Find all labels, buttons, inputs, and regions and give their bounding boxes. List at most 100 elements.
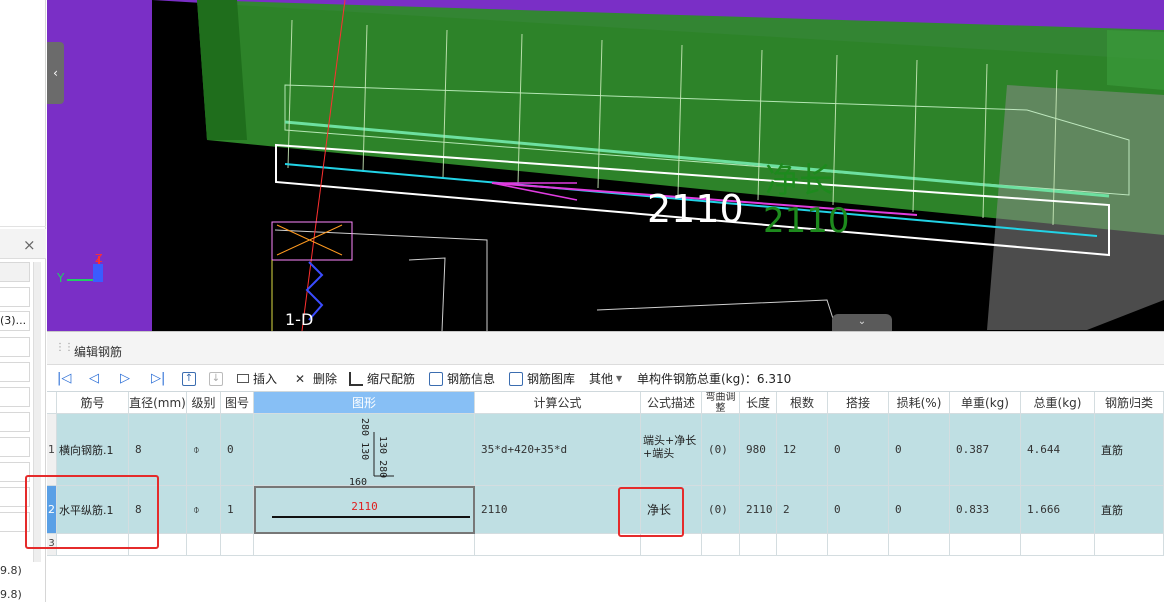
column-header[interactable]: 级别 [187,392,221,414]
list-item[interactable] [0,287,30,307]
move-up-button[interactable]: ↑ [182,370,200,387]
axis-z-label: Z [95,252,103,265]
unit-weight-cell[interactable] [950,534,1021,556]
list-item[interactable] [0,387,30,407]
first-row-button[interactable]: |◁ [57,370,71,387]
column-header[interactable]: 弯曲调整 [702,392,740,414]
lap-cell[interactable] [828,534,889,556]
move-down-button[interactable]: ↓ [209,370,227,387]
lap-cell[interactable]: 0 [828,414,889,486]
item-value-label: 9.8) [0,588,22,601]
next-row-button[interactable]: ▷ [120,370,130,387]
list-item[interactable] [0,437,30,457]
grade-cell[interactable]: ⌽ [187,486,221,534]
column-header[interactable]: 总重(kg) [1021,392,1095,414]
delete-button[interactable]: ✕ 删除 [295,370,337,387]
skip-last-icon: ▷| [151,371,166,386]
column-header[interactable]: 钢筋归类 [1095,392,1164,414]
formula-cell[interactable]: 2110 [475,486,641,534]
annotation-highlight [618,487,684,537]
grade-cell[interactable]: ⌽ [187,414,221,486]
edit-rebar-panel: ⋮⋮ 编辑钢筋 |◁ ◁ ▷ ▷| ↑ ↓ 插入 ✕ 删除 缩尺配筋 钢筋信息 钢… [47,331,1164,602]
axis-gizmo: Z Y [56,252,103,285]
category-cell[interactable]: 直筋 [1095,486,1164,534]
column-header[interactable]: 单重(kg) [950,392,1021,414]
length-cell[interactable]: 980 [740,414,777,486]
shape-cell[interactable] [254,534,475,556]
3d-viewport[interactable]: 2110 净长 2110 1-D Z Y ⌄ [47,0,1164,331]
other-label: 其他 [589,372,614,386]
column-header[interactable]: 筋号 [57,392,129,414]
list-item[interactable]: (3)... [0,311,30,331]
column-header[interactable]: 损耗(%) [889,392,950,414]
skip-first-icon: |◁ [57,371,72,386]
total-weight-cell[interactable]: 4.644 [1021,414,1095,486]
bend-adjust-cell[interactable]: (0) [702,414,740,486]
rebar-info-button[interactable]: 钢筋信息 [429,370,495,387]
item-value-label: 9.8) [0,564,22,577]
column-header[interactable]: 图号 [221,392,254,414]
other-menu-button[interactable]: 其他 ▼ [589,370,622,387]
category-cell[interactable]: 直筋 [1095,414,1164,486]
scale-rebar-button[interactable]: 缩尺配筋 [349,370,415,387]
panel-title: 编辑钢筋 [74,345,123,359]
close-icon[interactable]: × [23,236,36,254]
drag-grip-icon[interactable]: ⋮⋮ [55,342,74,353]
column-header-selected[interactable]: 图形 [254,392,475,414]
fig-no-cell[interactable] [221,534,254,556]
column-header[interactable]: 根数 [777,392,828,414]
insert-button[interactable]: 插入 [237,370,277,387]
fig-no-cell[interactable]: 1 [221,486,254,534]
formula-desc-cell[interactable] [641,534,702,556]
collapse-sidebar-button[interactable]: ‹ [47,42,64,104]
column-header[interactable]: 计算公式 [475,392,641,414]
triangle-right-icon: ▷ [120,371,130,386]
unit-weight-cell[interactable]: 0.387 [950,414,1021,486]
column-header[interactable]: 长度 [740,392,777,414]
panel-divider [0,226,46,227]
total-weight-label: 单构件钢筋总重(kg)：6.310 [637,372,792,386]
list-item[interactable] [0,412,30,432]
expand-panel-button[interactable]: ⌄ [832,314,892,331]
length-cell[interactable] [740,534,777,556]
total-weight-cell[interactable]: 1.666 [1021,486,1095,534]
shape-cell[interactable]: 280 130 130 280 160 [254,414,475,486]
count-cell[interactable] [777,534,828,556]
total-weight-cell[interactable] [1021,534,1095,556]
length-cell[interactable]: 2110 [740,486,777,534]
library-icon [509,371,523,386]
prev-row-button[interactable]: ◁ [89,370,99,387]
list-item[interactable] [0,262,30,282]
last-row-button[interactable]: ▷| [151,370,165,387]
category-cell[interactable] [1095,534,1164,556]
bend-adjust-cell[interactable]: (0) [702,486,740,534]
bend-adjust-cell[interactable] [702,534,740,556]
rebar-table: 筋号 直径(mm) 级别 图号 图形 计算公式 公式描述 弯曲调整 长度 根数 … [47,391,1164,556]
shape-cell-selected[interactable]: 2110 [254,486,475,534]
column-header[interactable]: 搭接 [828,392,889,414]
shape-left-label: 280 130 [359,418,370,460]
formula-desc-cell[interactable]: 端头+净长+端头 [641,414,702,486]
chevron-down-icon: ⌄ [857,316,867,327]
loss-cell[interactable] [889,534,950,556]
list-item[interactable] [0,337,30,357]
count-cell[interactable]: 2 [777,486,828,534]
shape-value: 2110 [351,500,378,513]
grade-cell[interactable] [187,534,221,556]
fig-no-cell[interactable]: 0 [221,414,254,486]
unit-weight-cell[interactable]: 0.833 [950,486,1021,534]
3d-scene: 2110 净长 2110 1-D Z Y [56,0,1164,331]
lap-cell[interactable]: 0 [828,486,889,534]
loss-cell[interactable]: 0 [889,414,950,486]
column-header[interactable]: 直径(mm) [129,392,187,414]
column-header[interactable]: 公式描述 [641,392,702,414]
formula-cell[interactable] [475,534,641,556]
count-cell[interactable]: 12 [777,414,828,486]
delete-label: 删除 [313,372,338,386]
rebar-library-button[interactable]: 钢筋图库 [509,370,575,387]
formula-cell[interactable]: 35*d+420+35*d [475,414,641,486]
loss-cell[interactable]: 0 [889,486,950,534]
list-item[interactable] [0,362,30,382]
rebar-shape-sketch: 280 130 130 280 160 [349,418,394,485]
delete-icon: ✕ [295,371,306,386]
